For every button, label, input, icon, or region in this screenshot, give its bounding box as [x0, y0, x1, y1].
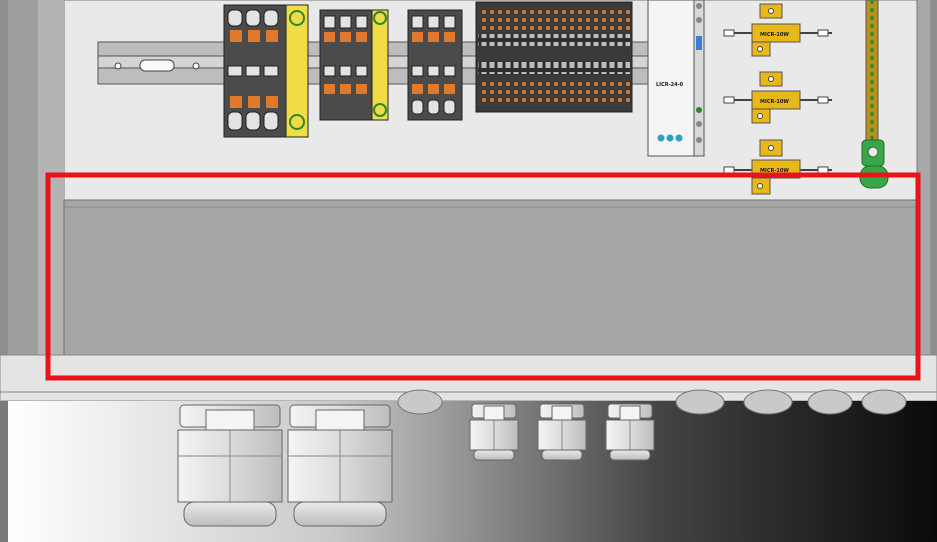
- enclosure-drawing: LICR-24-0 MICR-10W MICR-10W MICR-10W: [0, 0, 937, 542]
- resistor-1-label: MICR-10W: [760, 32, 789, 38]
- left-wall-inner: [8, 0, 38, 355]
- cable-gland-large-1: [177, 404, 283, 527]
- cable-gland-small-1: [469, 403, 519, 461]
- right-wall: [930, 0, 937, 355]
- terminal-block-group-1: [223, 4, 309, 138]
- cable-gland-large-2: [287, 404, 393, 527]
- lower-panel: [63, 199, 918, 356]
- terminal-strip-dense: [475, 1, 633, 113]
- resistor-2-label: MICR-10W: [760, 99, 789, 105]
- left-wall: [0, 0, 8, 355]
- relay-module-label: LICR-24-0: [656, 82, 684, 88]
- cable-gland-small-2: [537, 403, 587, 461]
- enclosure-svg: LICR-24-0 MICR-10W MICR-10W MICR-10W: [0, 0, 937, 542]
- terminal-block-group-3: [407, 9, 463, 121]
- relay-module: LICR-24-0: [647, 0, 705, 157]
- cable-gland-small-3: [605, 403, 655, 461]
- terminal-block-group-2: [319, 9, 389, 121]
